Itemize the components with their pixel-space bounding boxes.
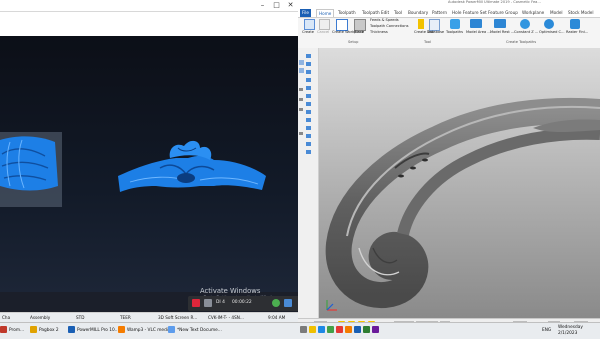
ribbon-thickness[interactable]: Thickness: [370, 30, 388, 35]
group-tool: Tool: [424, 40, 431, 44]
folder-icon: [30, 326, 37, 333]
taskbar-label: *New Text Docume...: [177, 328, 222, 333]
raster-finish-icon[interactable]: [570, 19, 580, 29]
chrome-icon[interactable]: [327, 326, 334, 333]
excel-icon[interactable]: [363, 326, 370, 333]
constant-z-icon[interactable]: [520, 19, 530, 29]
ribbon-toolpaths[interactable]: Toolpaths: [446, 30, 463, 35]
explorer-sidebar: [298, 48, 319, 318]
tab-pattern[interactable]: Pattern: [432, 9, 447, 17]
taskbar-label: Pagbox 2: [39, 328, 59, 333]
ribbon-raster-finish[interactable]: Raster Fini...: [566, 30, 588, 35]
tab-file[interactable]: File: [300, 9, 312, 17]
powermill-icon: [68, 326, 75, 333]
minimize-icon[interactable]: –: [258, 1, 267, 10]
vlc-icon: [118, 326, 125, 333]
taskbar-item-notepad[interactable]: *New Text Docume...: [168, 325, 222, 337]
word-icon[interactable]: [354, 326, 361, 333]
tab-stock-model[interactable]: Stock Model: [568, 9, 594, 17]
ribbon-database[interactable]: Database: [427, 30, 444, 35]
maximize-icon[interactable]: □: [272, 1, 281, 10]
ribbon-model-rest[interactable]: Model Rest ...: [490, 30, 514, 35]
tab-toolpath[interactable]: Toolpath: [338, 9, 356, 17]
toolpaths-icon[interactable]: [450, 19, 460, 29]
ribbon-feeds-speeds[interactable]: Feeds & Speeds: [370, 18, 399, 23]
prom-icon: [0, 326, 7, 333]
tab-hole-feature-set[interactable]: Hole Feature Set: [452, 9, 487, 17]
windows-taskbar: Prom... Pagbox 2 PowerMILL Pro 10... Wam…: [0, 322, 600, 339]
tab-model[interactable]: Model: [550, 9, 563, 17]
taskbar-pinned: [300, 325, 381, 337]
close-icon[interactable]: ✕: [286, 1, 295, 10]
notepad-icon: [168, 326, 175, 333]
app-icon[interactable]: [336, 326, 343, 333]
pause-button[interactable]: [204, 299, 212, 307]
ribbon-create[interactable]: Create: [302, 30, 314, 35]
edge-icon[interactable]: [318, 326, 325, 333]
ornate-blue-model: [118, 140, 266, 192]
scroll-model-svg: [325, 97, 600, 311]
clock-date: 2/1/2023: [558, 331, 578, 336]
settings-icon[interactable]: [284, 299, 292, 307]
tab-feature-group[interactable]: Feature Group: [488, 9, 518, 17]
taskbar-item-prom[interactable]: Prom...: [0, 325, 24, 337]
tab-boundary[interactable]: Boundary: [408, 9, 428, 17]
ribbon-block[interactable]: Block: [354, 30, 364, 35]
app-title: Autodesk PowerMill Ultimate 2019 - Cosme…: [448, 0, 541, 4]
sidebar-icons: [299, 54, 311, 154]
model-rest-icon[interactable]: [494, 19, 506, 28]
taskbar-item-pagbox[interactable]: Pagbox 2: [30, 325, 59, 337]
recorder-time: 00:00:22: [232, 300, 252, 305]
taskbar-label: PowerMILL Pro 10...: [77, 328, 119, 333]
taskbar-label: Wamp3 - VLC medi...: [127, 328, 173, 333]
taskbar-label: Prom...: [9, 328, 25, 333]
group-setup: Setup: [348, 40, 359, 44]
group-create-toolpaths: Create Toolpaths: [506, 40, 537, 44]
powermill-window: Autodesk PowerMill Ultimate 2019 - Cosme…: [298, 0, 600, 330]
activate-windows-watermark: Activate Windows: [200, 287, 261, 295]
ribbon-constant-z[interactable]: Constant Z ...: [514, 30, 538, 35]
create-tool-icon[interactable]: [418, 19, 424, 29]
left-3d-viewport[interactable]: [0, 36, 298, 292]
left-bar-model: [0, 132, 62, 207]
left-app-window: – □ ✕: [0, 0, 298, 292]
ribbon-cancel[interactable]: Cancel: [317, 30, 329, 35]
create-icon[interactable]: [304, 19, 315, 30]
search-icon[interactable]: [300, 326, 307, 333]
clock[interactable]: Wednesday 2/1/2023: [558, 325, 583, 337]
tab-tool[interactable]: Tool: [394, 9, 402, 17]
powermill-3d-viewport[interactable]: [319, 48, 600, 318]
model-area-icon[interactable]: [470, 19, 482, 28]
tab-toolpath-edit[interactable]: Toolpath Edit: [362, 9, 389, 17]
carved-scroll-model: [325, 97, 600, 309]
taskbar-item-powermill[interactable]: PowerMILL Pro 10...: [68, 325, 119, 337]
ribbon-optimised-c[interactable]: Optimised C...: [539, 30, 564, 35]
vlc-pinned-icon[interactable]: [345, 326, 352, 333]
screen-recorder-widget: DI 4 00:00:22: [188, 296, 300, 311]
language-indicator[interactable]: ENG: [542, 325, 551, 337]
record-button[interactable]: [192, 299, 200, 307]
clock-day: Wednesday: [558, 325, 583, 330]
ribbon-toolpath-connections[interactable]: Toolpath Connections: [370, 24, 409, 29]
powermill-titlebar: Autodesk PowerMill Ultimate 2019 - Cosme…: [298, 0, 600, 7]
cancel-icon[interactable]: [319, 19, 330, 30]
tab-workplane[interactable]: Workplane: [522, 9, 544, 17]
recorder-label: DI 4: [216, 300, 225, 305]
ribbon-model-area[interactable]: Model Area ...: [466, 30, 491, 35]
left-titlebar: – □ ✕: [0, 0, 298, 12]
optimised-c-icon[interactable]: [544, 19, 554, 29]
camera-icon[interactable]: [272, 299, 280, 307]
ornament-models-svg: [0, 132, 266, 207]
app2-icon[interactable]: [372, 326, 379, 333]
taskbar-item-vlc[interactable]: Wamp3 - VLC medi...: [118, 325, 172, 337]
folder-icon[interactable]: [309, 326, 316, 333]
axis-triad: [326, 300, 337, 311]
